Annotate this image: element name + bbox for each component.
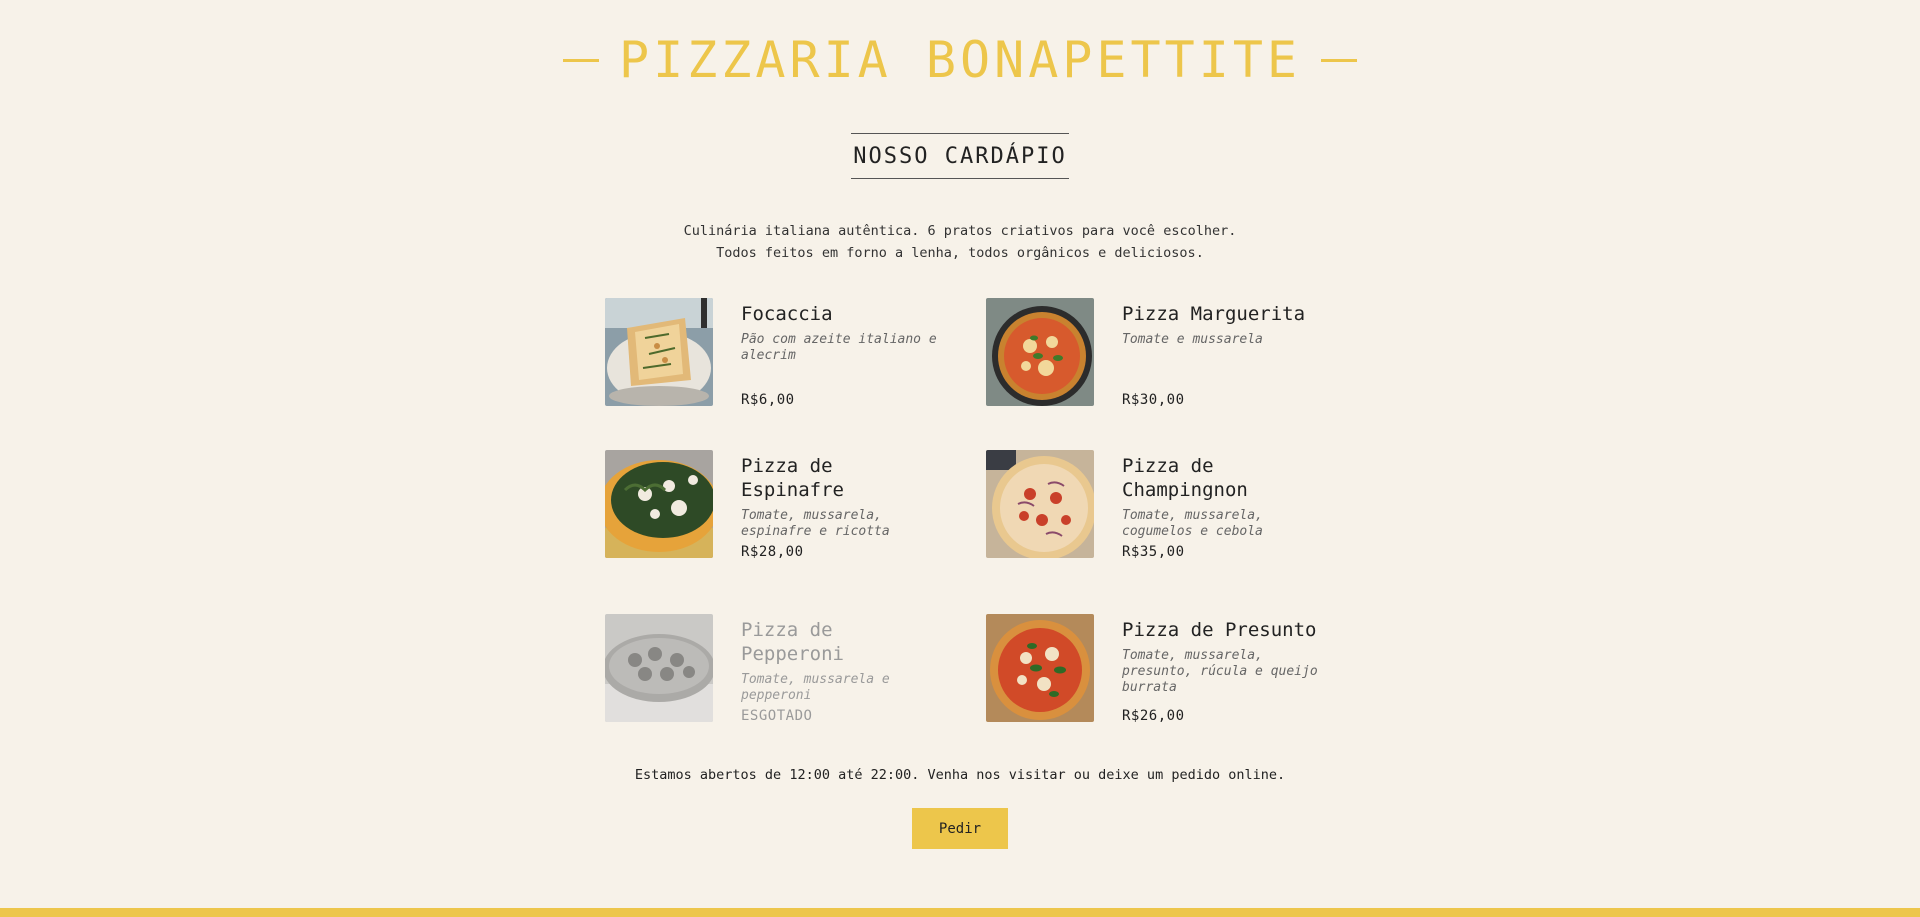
- item-price: R$28,00: [741, 544, 804, 560]
- order-button-wrap: Pedir: [0, 808, 1920, 849]
- site-header: PIZZARIA BONAPETTITE: [0, 28, 1920, 92]
- focaccia-photo: [605, 298, 713, 406]
- champingnon-photo: [986, 450, 1094, 558]
- page: PIZZARIA BONAPETTITE NOSSO CARDÁPIO Culi…: [0, 0, 1920, 917]
- item-name: Pizza de Presunto: [1122, 619, 1317, 641]
- item-name: Pizza de Espinafre: [741, 455, 844, 501]
- item-price: R$26,00: [1122, 708, 1185, 724]
- item-name: Focaccia: [741, 303, 833, 325]
- champingnon-info: Pizza de Champingnon Tomate, mussarela, …: [1122, 450, 1326, 560]
- menu-section-heading: NOSSO CARDÁPIO: [0, 133, 1920, 179]
- menu-item-focaccia: Focaccia Pão com azeite italiano e alecr…: [605, 298, 945, 408]
- menu-item-presunto: Pizza de Presunto Tomate, mussarela, pre…: [986, 614, 1326, 724]
- sold-out-label: ESGOTADO: [741, 708, 813, 724]
- item-description: Tomate e mussarela: [1122, 332, 1263, 347]
- menu-item-pepperoni: Pizza de Pepperoni Tomate, mussarela e p…: [605, 614, 945, 724]
- menu-item-espinafre: Pizza de Espinafre Tomate, mussarela, es…: [605, 450, 945, 560]
- pepperoni-info: Pizza de Pepperoni Tomate, mussarela e p…: [741, 614, 945, 724]
- item-price: R$30,00: [1122, 392, 1185, 408]
- brand-title: PIZZARIA BONAPETTITE: [618, 31, 1302, 89]
- bottom-accent-bar: [0, 908, 1920, 917]
- brand-title-row: PIZZARIA BONAPETTITE: [562, 28, 1358, 92]
- item-description: Tomate, mussarela e pepperoni: [741, 672, 890, 703]
- item-price: R$35,00: [1122, 544, 1185, 560]
- focaccia-info: Focaccia Pão com azeite italiano e alecr…: [741, 298, 945, 408]
- title-dash-right: [1321, 58, 1358, 62]
- espinafre-photo: [605, 450, 713, 558]
- item-name: Pizza de Pepperoni: [741, 619, 844, 665]
- order-button[interactable]: Pedir: [912, 808, 1008, 849]
- title-dash-left: [562, 58, 599, 62]
- presunto-photo: [986, 614, 1094, 722]
- pepperoni-photo: [605, 614, 713, 722]
- menu-title: NOSSO CARDÁPIO: [851, 133, 1069, 179]
- item-description: Tomate, mussarela, espinafre e ricotta: [741, 508, 890, 539]
- item-name: Pizza Marguerita: [1122, 303, 1306, 325]
- item-description: Pão com azeite italiano e alecrim: [741, 332, 937, 363]
- item-description: Tomate, mussarela, cogumelos e cebola: [1122, 508, 1263, 539]
- marguerita-photo: [986, 298, 1094, 406]
- presunto-info: Pizza de Presunto Tomate, mussarela, pre…: [1122, 614, 1326, 724]
- opening-hours-text: Estamos abertos de 12:00 até 22:00. Venh…: [634, 767, 1286, 783]
- espinafre-info: Pizza de Espinafre Tomate, mussarela, es…: [741, 450, 945, 560]
- item-description: Tomate, mussarela, presunto, rúcula e qu…: [1122, 648, 1318, 695]
- item-price: R$6,00: [741, 392, 795, 408]
- marguerita-info: Pizza Marguerita Tomate e mussarela R$30…: [1122, 298, 1326, 408]
- item-name: Pizza de Champingnon: [1122, 455, 1248, 501]
- intro-line-2: Todos feitos em forno a lenha, todos org…: [716, 245, 1204, 261]
- menu-item-champingnon: Pizza de Champingnon Tomate, mussarela, …: [986, 450, 1326, 560]
- menu-item-marguerita: Pizza Marguerita Tomate e mussarela R$30…: [986, 298, 1326, 408]
- menu-intro: Culinária italiana autêntica. 6 pratos c…: [0, 220, 1920, 264]
- intro-line-1: Culinária italiana autêntica. 6 pratos c…: [683, 223, 1237, 239]
